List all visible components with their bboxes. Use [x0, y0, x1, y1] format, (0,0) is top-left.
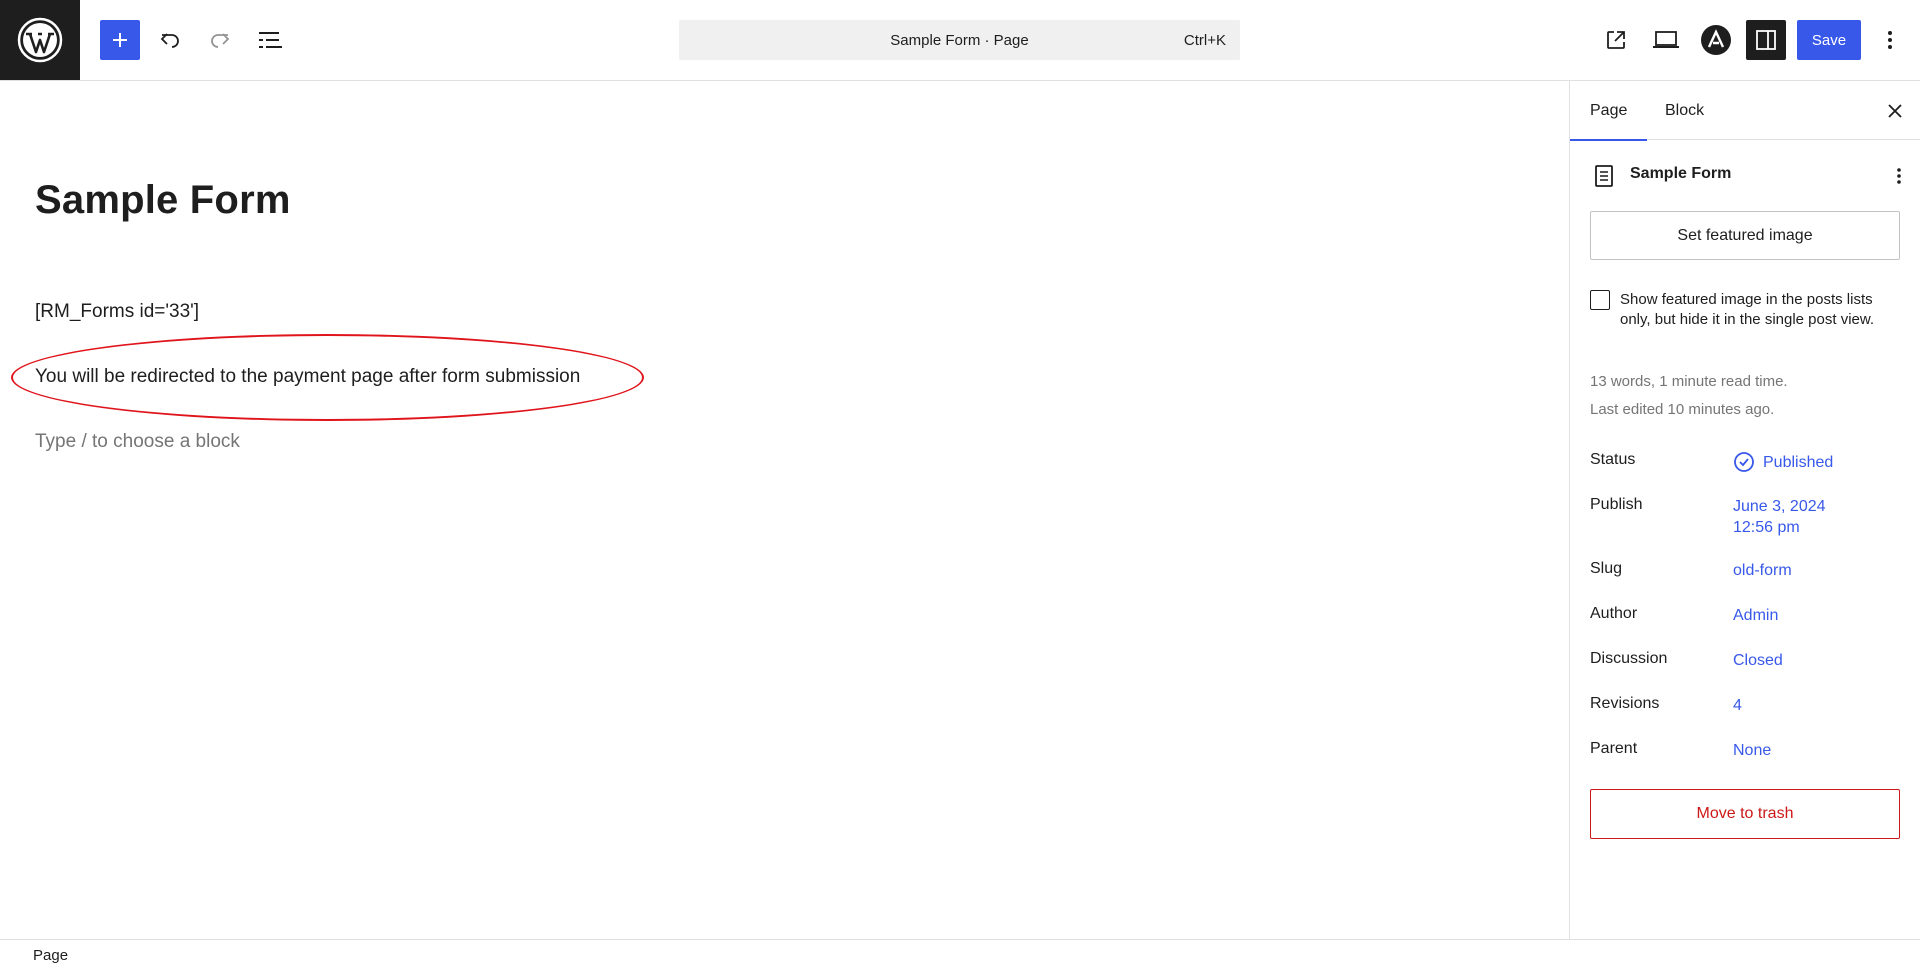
document-summary: Sample Form	[1590, 160, 1910, 192]
slug-label: Slug	[1590, 560, 1623, 577]
move-to-trash-button[interactable]: Move to trash	[1590, 789, 1900, 839]
command-palette-bar[interactable]: Sample Form · Page Ctrl+K	[679, 20, 1240, 60]
published-check-icon	[1734, 452, 1754, 472]
discussion-row: Discussion Closed	[1590, 650, 1900, 674]
plus-icon	[113, 33, 127, 47]
undo-button[interactable]	[150, 20, 190, 60]
editor-header: Sample Form · Page Ctrl+K Save	[0, 0, 1920, 81]
paragraph-block[interactable]: You will be redirected to the payment pa…	[35, 366, 580, 388]
editor-canvas: Sample Form [RM_Forms id='33'] You will …	[0, 81, 1569, 939]
keyboard-shortcut-hint: Ctrl+K	[1183, 31, 1226, 49]
document-title: Sample Form	[1630, 165, 1732, 182]
publish-date-button[interactable]: June 3, 2024 12:56 pm	[1733, 496, 1826, 538]
close-icon	[1888, 104, 1902, 118]
astra-settings-button[interactable]	[1696, 20, 1736, 60]
document-title-bar: Sample Form · Page	[890, 31, 1029, 49]
set-featured-image-button[interactable]: Set featured image	[1590, 211, 1900, 260]
discussion-value[interactable]: Closed	[1733, 650, 1783, 671]
save-button[interactable]: Save	[1797, 20, 1861, 60]
slug-row: Slug old-form	[1590, 560, 1900, 584]
featured-image-checkbox-label[interactable]: Show featured image in the posts lists o…	[1620, 290, 1890, 330]
breadcrumb-item-page[interactable]: Page	[33, 947, 68, 964]
status-value-button[interactable]: Published	[1733, 451, 1833, 473]
block-inserter-button[interactable]	[100, 20, 140, 60]
status-value: Published	[1763, 453, 1834, 471]
word-count: 13 words, 1 minute read time.	[1590, 373, 1788, 390]
preview-device-button[interactable]	[1646, 20, 1686, 60]
close-sidebar-button[interactable]	[1881, 97, 1909, 125]
last-edited: Last edited 10 minutes ago.	[1590, 401, 1775, 418]
view-page-button[interactable]	[1596, 20, 1636, 60]
author-label: Author	[1590, 605, 1638, 622]
block-editor: Sample Form · Page Ctrl+K Save Sample Fo…	[0, 0, 1920, 970]
publish-date: June 3, 2024	[1733, 498, 1826, 515]
sidebar-tabs: Page Block	[1570, 81, 1920, 141]
publish-time: 12:56 pm	[1733, 519, 1800, 536]
undo-icon	[160, 33, 179, 48]
status-label: Status	[1590, 451, 1636, 468]
revisions-value[interactable]: 4	[1733, 695, 1742, 716]
more-vertical-icon	[1888, 31, 1892, 49]
block-breadcrumb-bar: Page	[0, 939, 1920, 970]
document-actions-button[interactable]	[1885, 160, 1913, 192]
block-appender-placeholder[interactable]: Type / to choose a block	[35, 431, 240, 453]
parent-label: Parent	[1590, 740, 1638, 757]
parent-value[interactable]: None	[1733, 740, 1771, 761]
status-row: Status Published	[1590, 451, 1900, 475]
publish-label: Publish	[1590, 496, 1643, 513]
more-vertical-icon	[1897, 168, 1901, 184]
featured-image-checkbox[interactable]	[1590, 290, 1610, 310]
author-value[interactable]: Admin	[1733, 605, 1778, 626]
sidebar-icon	[1756, 30, 1776, 50]
tab-page[interactable]: Page	[1570, 81, 1648, 141]
revisions-row: Revisions 4	[1590, 695, 1900, 719]
author-row: Author Admin	[1590, 605, 1900, 629]
redo-icon	[211, 33, 230, 48]
document-overview-button[interactable]	[250, 20, 290, 60]
external-link-icon	[1607, 31, 1625, 49]
revisions-label: Revisions	[1590, 695, 1660, 712]
settings-sidebar-toggle[interactable]	[1746, 20, 1786, 60]
wordpress-logo-icon[interactable]	[0, 0, 80, 80]
publish-row: Publish June 3, 2024 12:56 pm	[1590, 496, 1900, 540]
discussion-label: Discussion	[1590, 650, 1668, 667]
slug-value[interactable]: old-form	[1733, 560, 1792, 581]
shortcode-block[interactable]: [RM_Forms id='33']	[35, 301, 199, 323]
page-icon	[1595, 165, 1613, 187]
options-menu-button[interactable]	[1870, 20, 1910, 60]
settings-sidebar: Page Block Sample Form Set featured imag…	[1569, 81, 1920, 939]
post-title[interactable]: Sample Form	[35, 178, 291, 223]
astra-logo-icon	[1701, 25, 1731, 55]
desktop-icon	[1653, 31, 1679, 48]
redo-button[interactable]	[200, 20, 240, 60]
list-view-icon	[259, 32, 282, 48]
tab-block[interactable]: Block	[1645, 81, 1724, 140]
parent-row: Parent None	[1590, 740, 1900, 764]
